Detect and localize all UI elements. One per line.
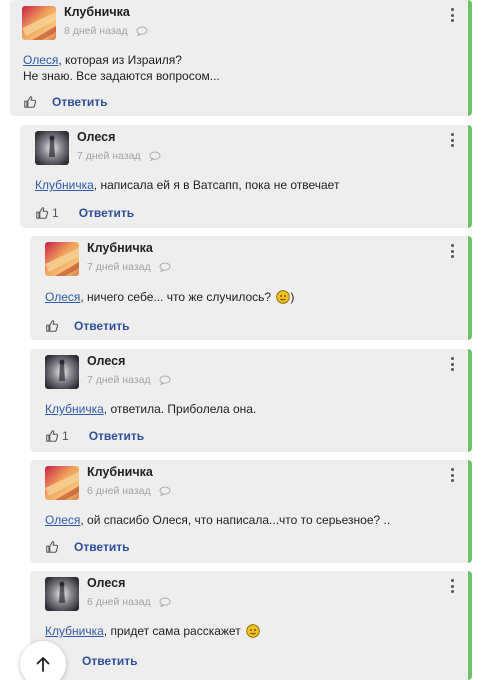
mention-link[interactable]: Клубничка (45, 402, 104, 416)
mention-link[interactable]: Олеся (23, 53, 58, 67)
comment-actions: Ответить (23, 95, 107, 109)
reply-bubble-icon (149, 151, 161, 161)
comment-card: Олеся 6 дней назад Клубничка, придет сам… (30, 571, 472, 680)
comment-meta: 6 дней назад (87, 485, 171, 497)
comment-text: Клубничка, ответила. Приболела она. (45, 402, 257, 416)
comment-author[interactable]: Олеся (87, 354, 125, 368)
comment-card: Клубничка 6 дней назад Олеся, ой спасибо… (30, 460, 472, 563)
comment-card: Клубничка 7 дней назад Олеся, ничего себ… (30, 236, 472, 340)
more-options-icon[interactable] (446, 242, 458, 260)
avatar[interactable] (45, 242, 79, 276)
mention-link[interactable]: Олеся (45, 513, 80, 527)
comment-actions: 1 Ответить (35, 206, 134, 220)
avatar[interactable] (45, 355, 79, 389)
emoji-icon (276, 290, 290, 304)
like-button[interactable] (45, 319, 62, 333)
like-icon (23, 95, 37, 109)
reply-bubble-icon (136, 26, 148, 36)
reply-button[interactable]: Ответить (89, 429, 144, 443)
comment-time: 6 дней назад (87, 485, 151, 497)
comment-actions: Ответить (45, 319, 129, 333)
reply-button[interactable]: Ответить (74, 540, 129, 554)
comment-text-line2: Не знаю. Все задаются вопросом... (23, 69, 220, 83)
reply-bubble-icon (159, 375, 171, 385)
like-icon (35, 206, 49, 220)
comment-author[interactable]: Клубничка (87, 465, 153, 479)
like-icon (45, 319, 59, 333)
comment-text: Клубничка, написала ей я в Ватсапп, пока… (35, 178, 340, 192)
comment-time: 8 дней назад (64, 25, 128, 37)
comment-text: Клубничка, придет сама расскажет (45, 623, 260, 639)
reply-bubble-icon (159, 597, 171, 607)
like-icon (45, 540, 59, 554)
like-button[interactable] (45, 540, 62, 554)
comment-text: Олеся, ничего себе... что же случилось? … (45, 290, 295, 304)
avatar[interactable] (45, 466, 79, 500)
mention-link[interactable]: Клубничка (45, 624, 104, 638)
avatar[interactable] (45, 577, 79, 611)
comment-card: Олеся 7 дней назад Клубничка, написала е… (20, 125, 472, 228)
comment-time: 7 дней назад (77, 150, 141, 162)
comment-time: 6 дней назад (87, 596, 151, 608)
more-options-icon[interactable] (446, 577, 458, 595)
comment-author[interactable]: Олеся (87, 576, 125, 590)
comment-time: 7 дней назад (87, 261, 151, 273)
comment-author[interactable]: Клубничка (87, 241, 153, 255)
more-options-icon[interactable] (446, 6, 458, 24)
comment-text: Олеся, ой спасибо Олеся, что написала...… (45, 513, 391, 527)
comment-actions: 1 Ответить (45, 429, 144, 443)
avatar[interactable] (22, 6, 56, 40)
comment-author[interactable]: Олеся (77, 130, 115, 144)
reply-button[interactable]: Ответить (82, 654, 137, 668)
arrow-up-icon (36, 657, 50, 672)
avatar[interactable] (35, 131, 69, 165)
like-count: 1 (62, 429, 69, 443)
comment-card: Олеся 7 дней назад Клубничка, ответила. … (30, 349, 472, 452)
comment-time: 7 дней назад (87, 374, 151, 386)
comment-meta: 7 дней назад (77, 150, 161, 162)
reply-bubble-icon (159, 486, 171, 496)
mention-link[interactable]: Олеся (45, 290, 80, 304)
comment-text: Олеся, которая из Израиля? (23, 53, 182, 67)
comment-actions: Ответить (45, 540, 129, 554)
like-icon (45, 429, 59, 443)
scroll-to-top-button[interactable] (20, 641, 66, 680)
comment-card: Клубничка 8 дней назад Олеся, которая из… (10, 0, 472, 116)
mention-link[interactable]: Клубничка (35, 178, 94, 192)
comment-author[interactable]: Клубничка (64, 5, 130, 19)
like-button[interactable] (23, 95, 40, 109)
reply-button[interactable]: Ответить (79, 206, 134, 220)
like-count: 1 (52, 206, 59, 220)
reply-bubble-icon (159, 262, 171, 272)
more-options-icon[interactable] (446, 466, 458, 484)
comment-meta: 7 дней назад (87, 374, 171, 386)
reply-button[interactable]: Ответить (52, 95, 107, 109)
more-options-icon[interactable] (446, 131, 458, 149)
reply-button[interactable]: Ответить (74, 319, 129, 333)
comment-meta: 6 дней назад (87, 596, 171, 608)
like-button[interactable]: 1 (35, 206, 59, 220)
comment-meta: 7 дней назад (87, 261, 171, 273)
comment-meta: 8 дней назад (64, 25, 148, 37)
more-options-icon[interactable] (446, 355, 458, 373)
emoji-icon (246, 624, 260, 638)
like-button[interactable]: 1 (45, 429, 69, 443)
